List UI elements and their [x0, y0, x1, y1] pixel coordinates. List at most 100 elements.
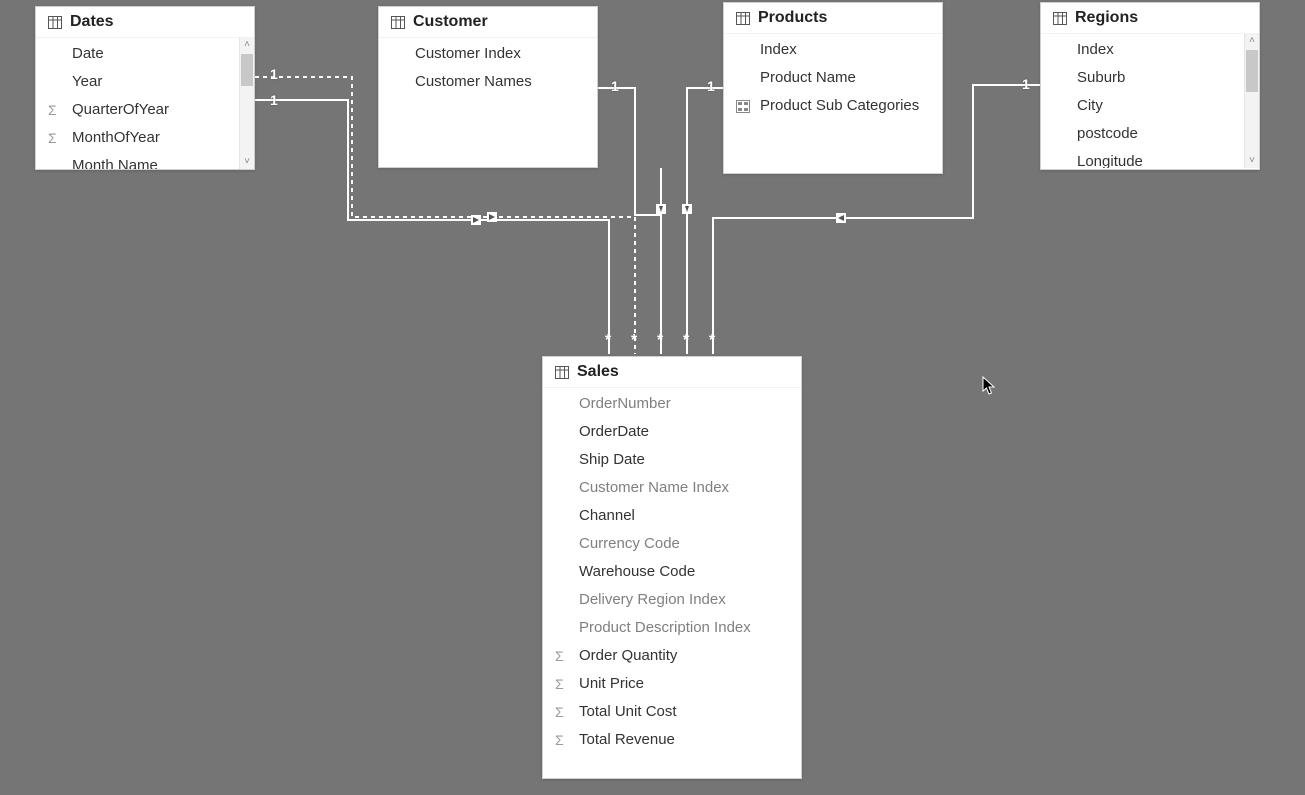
- field-label: Total Revenue: [579, 729, 675, 751]
- field-row[interactable]: ΣUnit Price: [543, 670, 801, 698]
- table-products[interactable]: Products Index Product Name Product Sub Ca…: [723, 2, 943, 174]
- table-title: Sales: [577, 363, 619, 381]
- field-row[interactable]: ΣMonthOfYear: [36, 124, 238, 152]
- cardinality-one: 1: [1022, 76, 1030, 92]
- scroll-up-icon[interactable]: ˄: [1245, 34, 1259, 48]
- field-row[interactable]: Date: [36, 40, 238, 68]
- filter-direction-icon: [656, 204, 666, 214]
- field-label: Index: [1077, 39, 1114, 61]
- field-row[interactable]: Longitude: [1041, 148, 1243, 168]
- field-row[interactable]: OrderNumber: [543, 390, 801, 418]
- table-header[interactable]: Regions: [1041, 3, 1259, 34]
- field-row[interactable]: Month Name: [36, 152, 238, 169]
- field-label: Suburb: [1077, 67, 1125, 89]
- field-row[interactable]: Product Sub Categories: [724, 92, 942, 120]
- field-row[interactable]: Product Description Index: [543, 614, 801, 642]
- field-label: MonthOfYear: [72, 127, 160, 149]
- sigma-icon: Σ: [555, 673, 579, 695]
- scrollbar[interactable]: ˄ ˅: [239, 38, 254, 169]
- field-label: Delivery Region Index: [579, 589, 726, 611]
- table-icon: [48, 16, 62, 29]
- field-label: Customer Index: [415, 43, 521, 65]
- scroll-down-icon[interactable]: ˅: [1245, 154, 1259, 168]
- table-title: Customer: [413, 13, 488, 31]
- filter-direction-icon: [682, 204, 692, 214]
- filter-direction-icon: [471, 215, 481, 225]
- table-header[interactable]: Customer: [379, 7, 597, 38]
- hierarchy-icon: [736, 95, 760, 117]
- table-icon: [1053, 12, 1067, 25]
- table-header[interactable]: Dates: [36, 7, 254, 38]
- field-label: Total Unit Cost: [579, 701, 677, 723]
- field-label: Order Quantity: [579, 645, 677, 667]
- field-row[interactable]: Delivery Region Index: [543, 586, 801, 614]
- scroll-down-icon[interactable]: ˅: [240, 155, 254, 169]
- field-row[interactable]: Product Name: [724, 64, 942, 92]
- sigma-icon: Σ: [555, 701, 579, 723]
- sigma-icon: Σ: [555, 645, 579, 667]
- cardinality-one: 1: [611, 78, 619, 94]
- sigma-icon: Σ: [48, 99, 72, 121]
- field-label: Product Description Index: [579, 617, 751, 639]
- field-label: Month Name: [72, 155, 158, 169]
- field-row[interactable]: OrderDate: [543, 418, 801, 446]
- filter-direction-icon: [836, 213, 846, 223]
- table-customer[interactable]: Customer Customer Index Customer Names: [378, 6, 598, 168]
- cardinality-many: *: [631, 335, 637, 347]
- field-label: Customer Name Index: [579, 477, 729, 499]
- field-row[interactable]: Warehouse Code: [543, 558, 801, 586]
- scroll-up-icon[interactable]: ˄: [240, 38, 254, 52]
- field-label: Warehouse Code: [579, 561, 695, 583]
- table-title: Products: [758, 9, 827, 27]
- field-row[interactable]: Index: [724, 36, 942, 64]
- scroll-thumb[interactable]: [241, 54, 253, 86]
- table-icon: [736, 12, 750, 25]
- cardinality-many: *: [683, 335, 689, 347]
- table-header[interactable]: Sales: [543, 357, 801, 388]
- field-row[interactable]: Currency Code: [543, 530, 801, 558]
- field-label: OrderNumber: [579, 393, 671, 415]
- field-row[interactable]: Customer Index: [379, 40, 597, 68]
- field-label: Year: [72, 71, 102, 93]
- field-label: Date: [72, 43, 104, 65]
- field-label: Unit Price: [579, 673, 644, 695]
- field-row[interactable]: ΣOrder Quantity: [543, 642, 801, 670]
- field-label: postcode: [1077, 123, 1138, 145]
- field-row[interactable]: ΣTotal Revenue: [543, 726, 801, 754]
- table-title: Dates: [70, 13, 114, 31]
- table-regions[interactable]: Regions Index Suburb City postcode Longitude…: [1040, 2, 1260, 170]
- filter-direction-icon: [487, 212, 497, 222]
- mouse-cursor: [982, 376, 997, 396]
- sigma-icon: Σ: [555, 729, 579, 751]
- sigma-icon: Σ: [48, 127, 72, 149]
- field-row[interactable]: City: [1041, 92, 1243, 120]
- cardinality-one: 1: [270, 92, 278, 108]
- scrollbar[interactable]: ˄ ˅: [1244, 34, 1259, 168]
- field-row[interactable]: postcode: [1041, 120, 1243, 148]
- field-row[interactable]: Ship Date: [543, 446, 801, 474]
- table-sales[interactable]: Sales OrderNumber OrderDate Ship Date Custo…: [542, 356, 802, 779]
- field-row[interactable]: ΣTotal Unit Cost: [543, 698, 801, 726]
- field-row[interactable]: ΣQuarterOfYear: [36, 96, 238, 124]
- field-row[interactable]: Year: [36, 68, 238, 96]
- field-row[interactable]: Index: [1041, 36, 1243, 64]
- table-title: Regions: [1075, 9, 1138, 27]
- field-row[interactable]: Channel: [543, 502, 801, 530]
- field-row[interactable]: Suburb: [1041, 64, 1243, 92]
- field-label: Product Sub Categories: [760, 95, 919, 117]
- table-header[interactable]: Products: [724, 3, 942, 34]
- cardinality-many: *: [709, 335, 715, 347]
- cardinality-one: 1: [707, 78, 715, 94]
- table-dates[interactable]: Dates DateYearΣQuarterOfYearΣMonthOfYear…: [35, 6, 255, 170]
- scroll-thumb[interactable]: [1246, 50, 1258, 92]
- field-label: Product Name: [760, 67, 856, 89]
- table-icon: [391, 16, 405, 29]
- table-icon: [555, 366, 569, 379]
- field-label: Customer Names: [415, 71, 532, 93]
- field-row[interactable]: Customer Names: [379, 68, 597, 96]
- field-row[interactable]: Customer Name Index: [543, 474, 801, 502]
- field-label: OrderDate: [579, 421, 649, 443]
- cardinality-one: 1: [270, 66, 278, 82]
- field-label: Channel: [579, 505, 635, 527]
- field-label: Index: [760, 39, 797, 61]
